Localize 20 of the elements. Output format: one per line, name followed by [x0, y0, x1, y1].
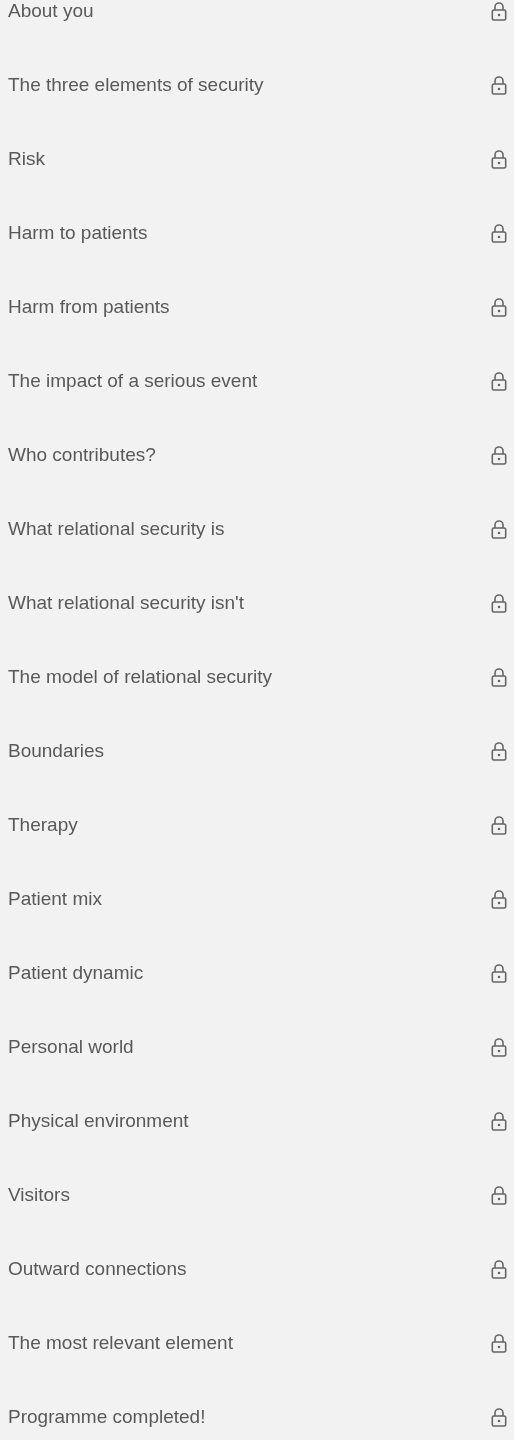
lesson-title[interactable]: Therapy — [8, 810, 78, 840]
lesson-title[interactable]: Patient dynamic — [8, 958, 144, 988]
lesson-title[interactable]: Harm to patients — [8, 218, 148, 248]
lesson-title[interactable]: What relational security isn't — [8, 588, 244, 618]
lesson-title[interactable]: The most relevant element — [8, 1328, 233, 1358]
lesson-title[interactable]: Physical environment — [8, 1106, 189, 1136]
lesson-title[interactable]: Harm from patients — [8, 292, 170, 322]
lesson-title[interactable]: About you — [8, 0, 94, 26]
lesson-title[interactable]: Outward connections — [8, 1254, 187, 1284]
lesson-title[interactable]: Programme completed! — [8, 1402, 206, 1432]
lesson-title[interactable]: The impact of a serious event — [8, 366, 258, 396]
lesson-title[interactable]: Visitors — [8, 1180, 70, 1210]
lesson-title[interactable]: What relational security is — [8, 514, 225, 544]
lesson-title[interactable]: The three elements of security — [8, 70, 264, 100]
lesson-title[interactable]: Patient mix — [8, 884, 102, 914]
lesson-title[interactable]: Personal world — [8, 1032, 134, 1062]
lesson-title[interactable]: The model of relational security — [8, 662, 272, 692]
lesson-title[interactable]: Boundaries — [8, 736, 105, 766]
lesson-title[interactable]: Risk — [8, 144, 45, 174]
lesson-title[interactable]: Who contributes? — [8, 440, 156, 470]
